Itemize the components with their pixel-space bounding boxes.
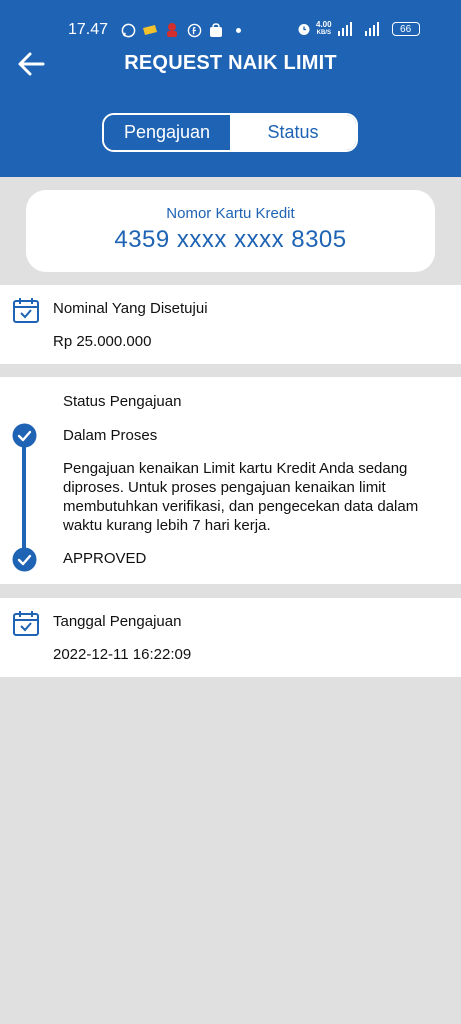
tab-status[interactable]: Status [230,115,356,150]
status-heading: Status Pengajuan [63,393,182,410]
status-bar: 17.47 4.00 KB/S 66 [0,18,461,44]
shopping-bag-icon [208,22,224,38]
status-section: Status Pengajuan Dalam Proses Pengajuan … [0,377,461,584]
timeline-line [22,435,26,559]
approved-amount-section: Nominal Yang Disetujui Rp 25.000.000 [0,285,461,364]
net-speed: 4.00 KB/S [316,21,332,37]
signal-icon [362,21,384,37]
tab-pengajuan[interactable]: Pengajuan [104,115,230,150]
tanggal-label: Tanggal Pengajuan [53,613,182,630]
dot-icon [236,27,241,33]
check-circle-icon [12,547,37,572]
tab-segmented-control: Pengajuan Status [102,113,358,152]
calendar-icon [12,296,40,324]
net-speed-unit: KB/S [316,30,331,36]
status-description: Pengajuan kenaikan Limit kartu Kredit An… [63,460,419,534]
ticket-icon [142,22,158,38]
card-number-label: Nomor Kartu Kredit [166,205,295,222]
credit-card-number-card: Nomor Kartu Kredit 4359 xxxx xxxx 8305 [26,190,435,272]
system-icons: 4.00 KB/S 66 [296,21,420,37]
submission-date-section: Tanggal Pengajuan 2022-12-11 16:22:09 [0,598,461,677]
battery-icon: 66 [391,22,420,36]
step-dalam-proses: Dalam Proses [63,427,158,444]
check-circle-icon [12,423,37,448]
nominal-value: Rp 25.000.000 [53,333,152,350]
facebook-icon [186,22,202,38]
app-icon [164,22,180,38]
notification-icons [120,22,241,38]
nominal-label: Nominal Yang Disetujui [53,300,208,317]
calendar-icon [12,609,40,637]
status-time: 17.47 [68,21,109,38]
step-approved: APPROVED [63,550,147,567]
whatsapp-icon [120,22,136,38]
net-speed-value: 4.00 [316,20,332,29]
card-number-value: 4359 xxxx xxxx 8305 [114,226,347,253]
page-title: REQUEST NAIK LIMIT [124,52,337,74]
tanggal-value: 2022-12-11 16:22:09 [53,646,192,663]
alarm-icon [296,21,312,37]
app-header: 17.47 4.00 KB/S 66 REQUEST NAIK LIMIT Pe… [0,0,461,177]
4g-signal-icon [336,21,358,37]
